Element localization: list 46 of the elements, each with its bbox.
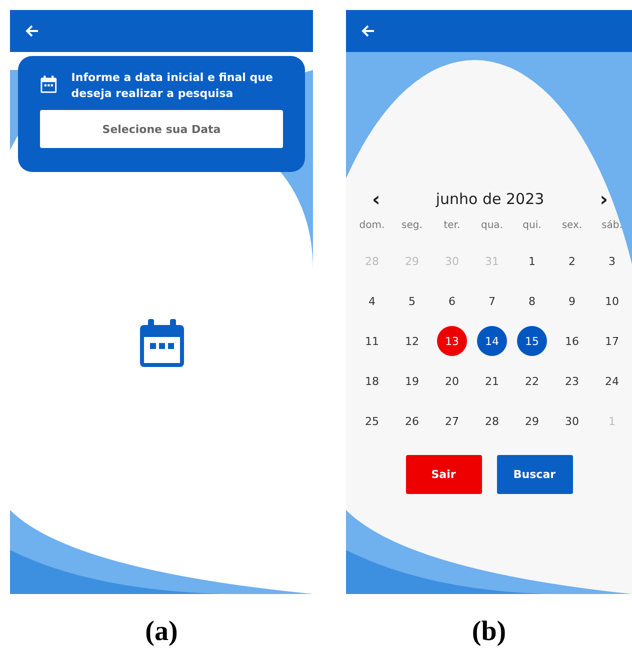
calendar-day[interactable]: 11: [357, 326, 387, 356]
weekday-label: qua.: [480, 219, 504, 233]
calendar-day[interactable]: 18: [357, 366, 387, 396]
instruction-text: Informe a data inicial e final que deseja realizar a pesquisa: [71, 70, 274, 102]
calendar-day[interactable]: 7: [477, 286, 507, 316]
calendar-day[interactable]: 2: [557, 246, 587, 276]
calendar-day[interactable]: 21: [477, 366, 507, 396]
calendar-day[interactable]: 22: [517, 366, 547, 396]
exit-button[interactable]: Sair: [406, 455, 482, 494]
weekday-label: sáb.: [600, 219, 624, 233]
calendar-day[interactable]: 23: [557, 366, 587, 396]
calendar-day[interactable]: 6: [437, 286, 467, 316]
weekday-label: dom.: [358, 219, 386, 233]
calendar-day[interactable]: 24: [597, 366, 627, 396]
select-date-button[interactable]: Selecione sua Data: [40, 110, 283, 148]
back-arrow-icon[interactable]: [24, 23, 40, 39]
figure-caption: (a): [145, 616, 178, 648]
calendar-day[interactable]: 17: [597, 326, 627, 356]
calendar-day[interactable]: 20: [437, 366, 467, 396]
calendar-day[interactable]: 28: [477, 406, 507, 436]
calendar-day[interactable]: 1: [517, 246, 547, 276]
next-month-button[interactable]: ›: [600, 187, 608, 211]
calendar-day[interactable]: 25: [357, 406, 387, 436]
calendar-day[interactable]: 29: [517, 406, 547, 436]
calendar-day[interactable]: 3: [597, 246, 627, 276]
figure-caption: (b): [472, 616, 506, 648]
back-arrow-icon[interactable]: [360, 23, 376, 39]
weekday-label: sex.: [560, 219, 584, 233]
calendar-day[interactable]: 8: [517, 286, 547, 316]
calendar-day[interactable]: 16: [557, 326, 587, 356]
calendar-day[interactable]: 30: [557, 406, 587, 436]
calendar-icon: [138, 317, 186, 369]
search-button[interactable]: Buscar: [496, 455, 572, 494]
weekday-label: seg.: [400, 219, 424, 233]
month-title: junho de 2023: [436, 190, 544, 208]
weekday-label: qui.: [522, 219, 542, 233]
calendar-day[interactable]: 9: [557, 286, 587, 316]
calendar-day[interactable]: 10: [597, 286, 627, 316]
weekday-label: ter.: [442, 219, 462, 233]
previous-month-button[interactable]: ‹: [372, 187, 380, 211]
calendar-day[interactable]: 26: [397, 406, 427, 436]
calendar-day[interactable]: 27: [437, 406, 467, 436]
calendar-day[interactable]: 4: [357, 286, 387, 316]
calendar-day[interactable]: 19: [397, 366, 427, 396]
calendar-day[interactable]: 5: [397, 286, 427, 316]
calendar-day[interactable]: 12: [397, 326, 427, 356]
